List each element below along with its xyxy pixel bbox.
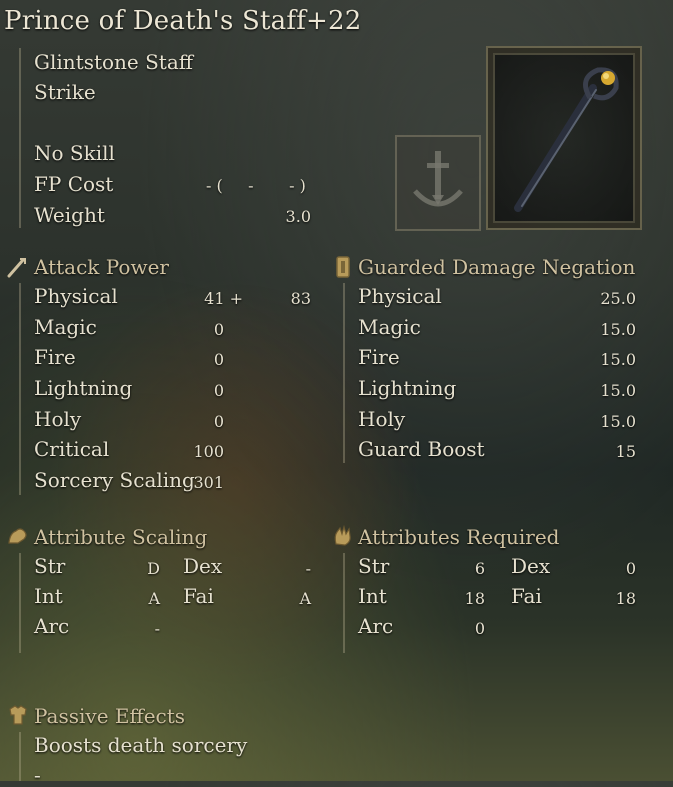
rq-int-value: 18	[464, 589, 485, 608]
gd-physical-value: 25.0	[600, 289, 636, 308]
sc-fai-label: Fai	[183, 584, 214, 608]
ap-critical-value: 100	[193, 442, 224, 461]
gd-magic-label: Magic	[358, 315, 421, 339]
gd-fire-value: 15.0	[600, 350, 636, 369]
divider-passive	[19, 732, 21, 781]
ap-magic-label: Magic	[34, 315, 97, 339]
gd-guard-boost-label: Guard Boost	[358, 437, 485, 461]
sc-str-value: D	[147, 559, 160, 578]
divider-guarded	[343, 283, 345, 463]
weight-label: Weight	[34, 203, 105, 227]
sc-dex-label: Dex	[183, 554, 223, 578]
gd-holy-label: Holy	[358, 407, 406, 431]
rq-arc-value: 0	[474, 619, 485, 638]
ap-physical-value: 41 +	[204, 289, 243, 308]
attack-power-heading: Attack Power	[34, 255, 169, 279]
ap-sorcery-scaling-value: 301	[193, 473, 224, 492]
fp-cost-value: - ( - - )	[206, 176, 306, 195]
ap-holy-label: Holy	[34, 407, 82, 431]
gd-holy-value: 15.0	[600, 412, 636, 431]
ap-magic-value: 0	[213, 320, 224, 339]
rq-int-label: Int	[358, 584, 387, 608]
passive-effects-heading: Passive Effects	[34, 704, 186, 728]
weapon-title: Prince of Death's Staff+22	[4, 6, 362, 36]
gd-lightning-label: Lightning	[358, 376, 457, 400]
skill-name: No Skill	[34, 141, 115, 165]
sc-fai-value: A	[299, 589, 311, 608]
gd-lightning-value: 15.0	[600, 381, 636, 400]
armor-icon	[9, 705, 27, 725]
ap-holy-value: 0	[213, 412, 224, 431]
hand-icon	[334, 524, 351, 546]
damage-type: Strike	[34, 80, 96, 104]
attribute-scaling-heading: Attribute Scaling	[34, 525, 208, 549]
sc-int-value: A	[148, 589, 160, 608]
rq-dex-label: Dex	[511, 554, 551, 578]
divider-top	[19, 48, 21, 228]
weapon-type: Glintstone Staff	[34, 50, 193, 74]
rq-str-label: Str	[358, 554, 390, 578]
ap-critical-label: Critical	[34, 437, 110, 461]
ap-physical-extra: 83	[290, 289, 311, 308]
passive-effect-2: -	[34, 763, 41, 787]
gd-magic-value: 15.0	[600, 320, 636, 339]
guarded-heading: Guarded Damage Negation	[358, 255, 636, 279]
ap-physical-label: Physical	[34, 284, 118, 308]
ap-lightning-label: Lightning	[34, 376, 133, 400]
passive-effect-1: Boosts death sorcery	[34, 733, 248, 757]
divider-attack	[19, 283, 21, 495]
skill-icon-box[interactable]	[395, 135, 481, 231]
rq-arc-label: Arc	[358, 614, 394, 638]
attributes-required-heading: Attributes Required	[358, 525, 560, 549]
arm-icon	[8, 528, 27, 544]
ap-fire-label: Fire	[34, 345, 76, 369]
sc-arc-label: Arc	[34, 614, 70, 638]
rq-fai-value: 18	[615, 589, 636, 608]
shield-icon	[336, 256, 350, 278]
sc-dex-value: -	[305, 559, 311, 578]
fp-cost-label: FP Cost	[34, 172, 114, 196]
divider-required	[343, 553, 345, 653]
rq-str-value: 6	[474, 559, 485, 578]
sword-icon	[7, 258, 26, 278]
staff-icon	[514, 67, 619, 212]
ap-lightning-value: 0	[213, 381, 224, 400]
ap-sorcery-scaling-label: Sorcery Scaling	[34, 468, 195, 492]
gd-physical-label: Physical	[358, 284, 442, 308]
sc-arc-value: -	[154, 619, 160, 638]
rq-fai-label: Fai	[511, 584, 542, 608]
divider-scaling	[19, 553, 21, 653]
ap-fire-value: 0	[213, 350, 224, 369]
sc-str-label: Str	[34, 554, 66, 578]
sc-int-label: Int	[34, 584, 63, 608]
rq-dex-value: 0	[625, 559, 636, 578]
weight-value: 3.0	[285, 207, 311, 226]
gd-fire-label: Fire	[358, 345, 400, 369]
gd-guard-boost-value: 15	[615, 442, 636, 461]
anchor-sword-icon	[413, 151, 463, 207]
weapon-image-frame	[486, 46, 642, 230]
